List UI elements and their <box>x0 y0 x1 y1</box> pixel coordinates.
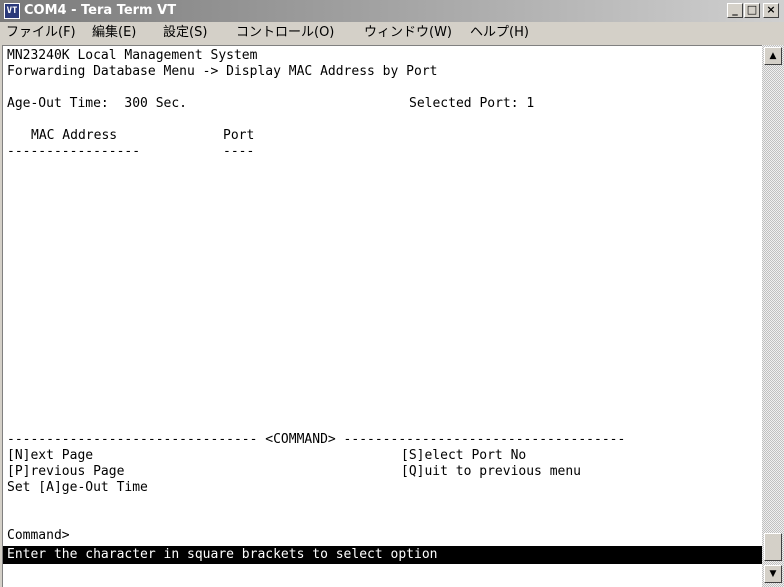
command-previous-page: [P]revious Page <box>7 464 125 479</box>
menu-bar: ファイル(F) 編集(E) 設定(S) コントロール(O) ウィンドウ(W) ヘ… <box>0 22 784 44</box>
close-button[interactable]: × <box>763 3 779 18</box>
command-prompt[interactable]: Command> <box>7 528 70 544</box>
age-out-time: Age-Out Time: 300 Sec. <box>7 96 188 111</box>
menu-edit[interactable]: 編集(E) <box>92 26 136 40</box>
title-bar[interactable]: VT COM4 - Tera Term VT _ □ × <box>0 0 784 22</box>
column-rule-mac: ----------------- <box>7 144 141 159</box>
column-header-port: Port <box>223 128 255 143</box>
scroll-thumb[interactable] <box>764 533 782 561</box>
terminal-screen[interactable]: MN23240K Local Management System Forward… <box>2 45 762 587</box>
command-set-age-out: Set [A]ge-Out Time <box>7 480 148 495</box>
command-select-port: [S]elect Port No <box>401 448 527 463</box>
menu-file[interactable]: ファイル(F) <box>6 26 76 40</box>
status-message: Enter the character in square brackets t… <box>3 546 762 564</box>
command-divider: -------------------------------- <COMMAN… <box>7 432 626 447</box>
column-header-mac: MAC Address <box>31 128 118 143</box>
command-next-page: [N]ext Page <box>7 448 94 463</box>
window-title: COM4 - Tera Term VT <box>24 3 177 18</box>
selected-port: Selected Port: 1 <box>409 96 535 111</box>
vertical-scrollbar[interactable]: ▲ ▼ <box>762 45 784 587</box>
menu-help[interactable]: ヘルプ(H) <box>470 26 529 40</box>
scroll-down-arrow-icon[interactable]: ▼ <box>764 565 782 583</box>
scroll-up-arrow-icon[interactable]: ▲ <box>764 47 782 65</box>
header-menu-path: Forwarding Database Menu -> Display MAC … <box>7 64 438 79</box>
terminal-app-icon[interactable]: VT <box>4 3 20 19</box>
minimize-button[interactable]: _ <box>727 3 743 18</box>
menu-settings[interactable]: 設定(S) <box>163 26 207 40</box>
menu-control[interactable]: コントロール(O) <box>236 26 334 40</box>
tera-term-window: VT COM4 - Tera Term VT _ □ × ファイル(F) 編集(… <box>0 0 784 587</box>
menu-window[interactable]: ウィンドウ(W) <box>364 26 452 40</box>
header-system-name: MN23240K Local Management System <box>7 48 258 63</box>
command-quit: [Q]uit to previous menu <box>401 464 582 479</box>
column-rule-port: ---- <box>223 144 255 159</box>
maximize-button[interactable]: □ <box>744 3 760 18</box>
